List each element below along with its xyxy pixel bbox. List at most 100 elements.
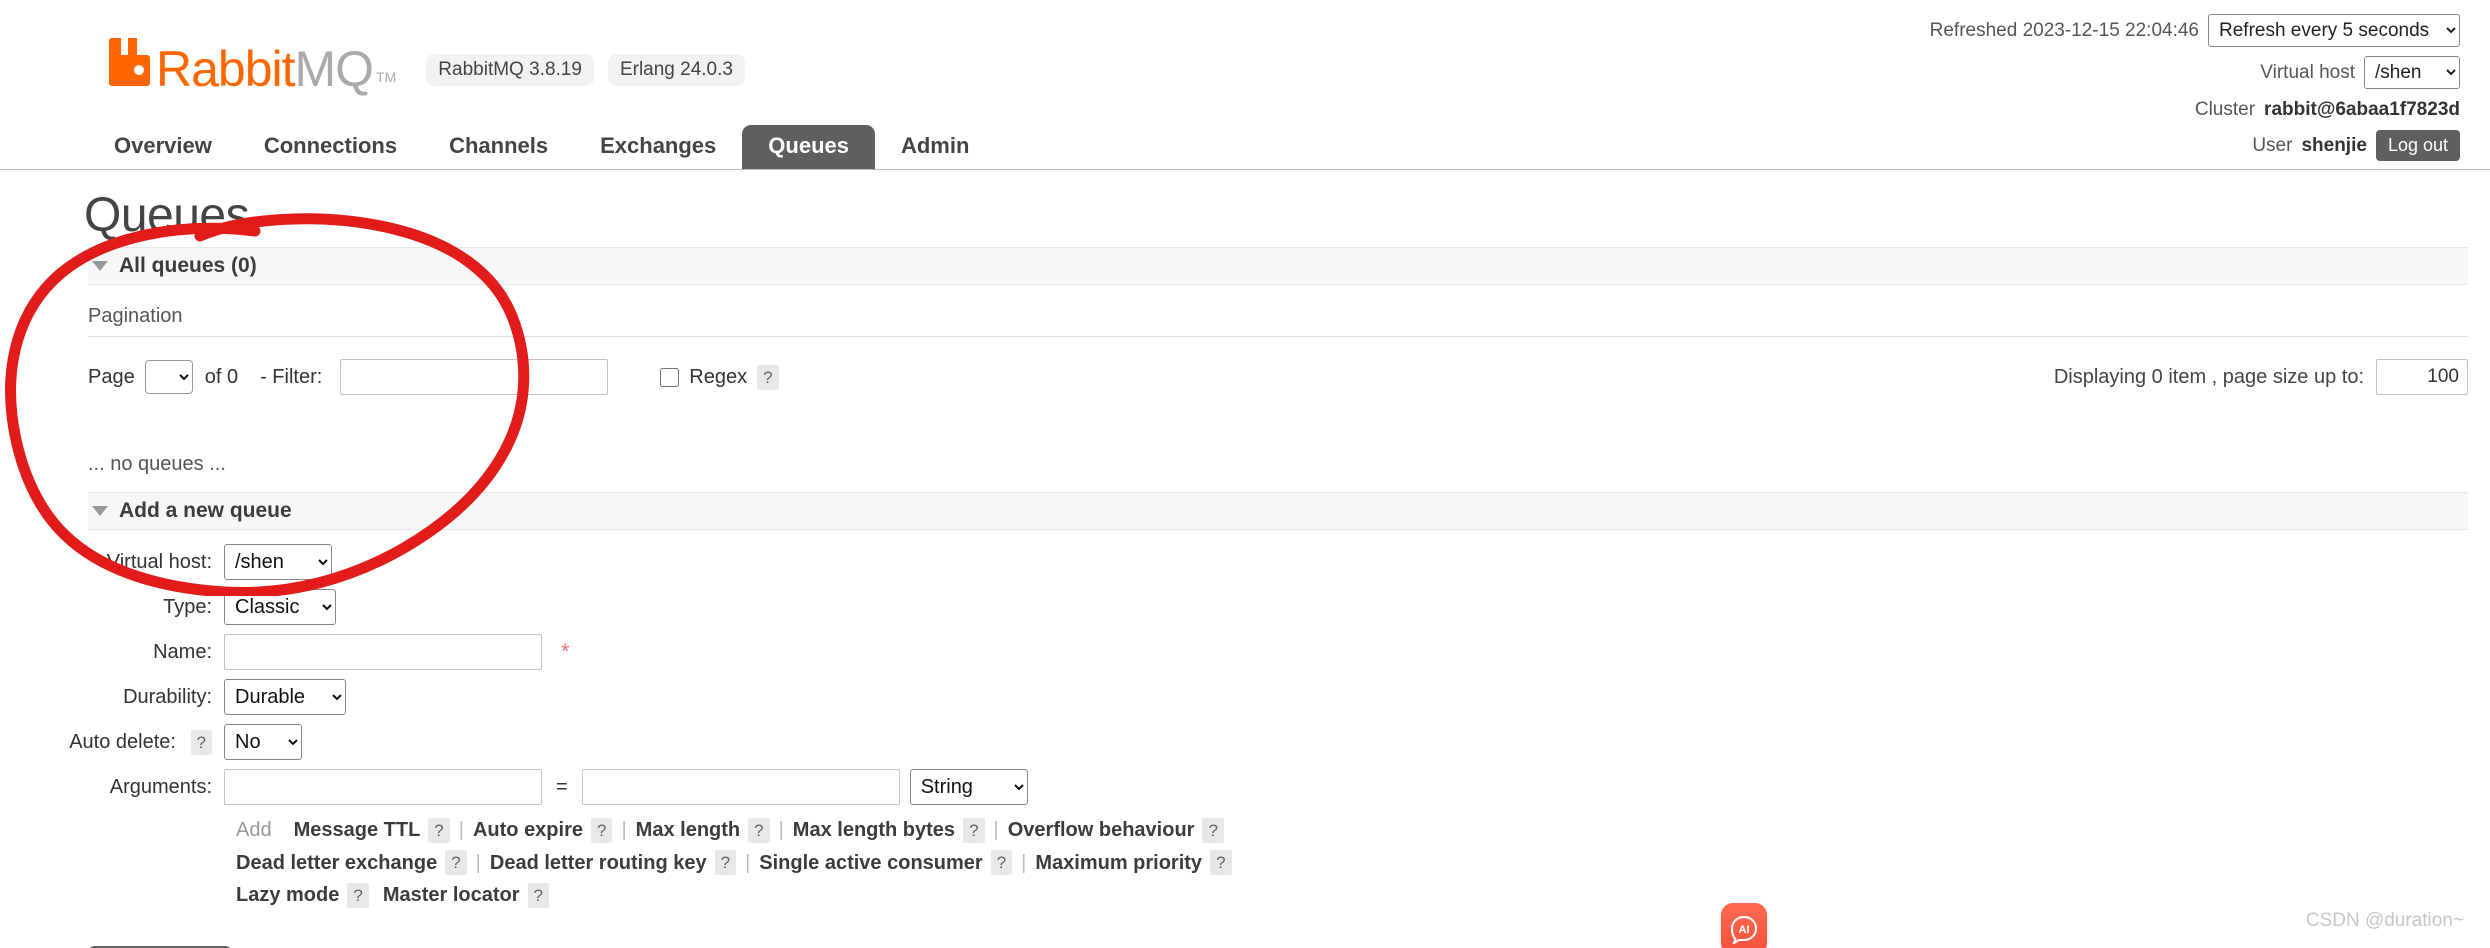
preset-dead-letter-routing-key[interactable]: Dead letter routing key (490, 847, 707, 879)
max-length-help-icon[interactable]: ? (748, 818, 770, 844)
pagination-label: Pagination (88, 285, 2468, 338)
form-virtual-host-select[interactable]: /shen (224, 544, 332, 581)
tab-exchanges[interactable]: Exchanges (574, 125, 742, 169)
tab-channels[interactable]: Channels (423, 125, 574, 169)
rabbitmq-management-page: RabbitMQ TM RabbitMQ 3.8.19 Erlang 24.0.… (0, 0, 2490, 948)
virtual-host-row: Virtual host /shen (1930, 56, 2460, 89)
preset-auto-expire[interactable]: Auto expire (473, 814, 583, 846)
trademark-mark: TM (376, 69, 397, 85)
form-row-type: Type: Classic (0, 589, 2490, 626)
argument-presets: Add Message TTL ? | Auto expire ? | Max … (236, 814, 2490, 911)
name-field: * (224, 634, 570, 671)
argument-key-input[interactable] (224, 769, 542, 806)
queue-name-input[interactable] (224, 634, 542, 671)
auto-delete-help-icon[interactable]: ? (190, 729, 212, 755)
add-queue-title: Add a new queue (119, 499, 292, 523)
page-header: RabbitMQ TM RabbitMQ 3.8.19 Erlang 24.0.… (0, 0, 2490, 161)
argument-presets-row-1: Add Message TTL ? | Auto expire ? | Max … (236, 814, 2490, 846)
lazy-mode-help-icon[interactable]: ? (347, 882, 369, 908)
brand-logo[interactable]: RabbitMQ TM RabbitMQ 3.8.19 Erlang 24.0.… (108, 36, 745, 94)
argument-type-select[interactable]: String (909, 769, 1028, 806)
dead-letter-routing-key-help-icon[interactable]: ? (714, 850, 737, 876)
add-queue-form: Virtual host: /shen Type: Classic Name: (0, 544, 2490, 948)
main-content: Queues All queues (0) Pagination Page of… (0, 171, 2490, 948)
ai-assistant-floating-button[interactable]: AI (1721, 903, 1767, 948)
cluster-name: rabbit@6abaa1f7823d (2264, 99, 2460, 120)
separator: | (1021, 851, 1027, 874)
erlang-version-badge: Erlang 24.0.3 (607, 54, 745, 86)
tab-queues[interactable]: Queues (742, 125, 875, 169)
page-number-select[interactable] (144, 360, 193, 395)
regex-label: Regex (689, 365, 748, 388)
preset-max-length-bytes[interactable]: Max length bytes (793, 814, 955, 846)
preset-dead-letter-exchange[interactable]: Dead letter exchange (236, 847, 437, 879)
preset-master-locator[interactable]: Master locator (383, 879, 520, 911)
form-row-name: Name: * (0, 634, 2490, 671)
chevron-down-icon (92, 506, 108, 517)
auto-delete-field: No (224, 724, 302, 761)
tab-admin[interactable]: Admin (875, 125, 995, 169)
chevron-down-icon (92, 261, 108, 272)
arguments-field: = String (224, 769, 1028, 806)
pagination-left-group: Page of 0 - Filter: Regex ? (88, 359, 779, 396)
page-label: Page (88, 365, 135, 388)
version-badge-group: RabbitMQ 3.8.19 Erlang 24.0.3 (426, 54, 745, 86)
separator: | (621, 819, 627, 842)
preset-single-active-consumer[interactable]: Single active consumer (759, 847, 982, 879)
form-row-arguments: Arguments: = String (0, 769, 2490, 806)
preset-lazy-mode[interactable]: Lazy mode (236, 879, 339, 911)
main-navigation-tabs: Overview Connections Channels Exchanges … (0, 122, 2490, 170)
virtual-host-field: /shen (224, 544, 332, 581)
brand-mq-text: MQ (294, 41, 375, 97)
auto-expire-help-icon[interactable]: ? (591, 818, 613, 844)
form-durability-select[interactable]: Durable (224, 679, 346, 716)
page-size-input[interactable] (2376, 359, 2468, 396)
separator: | (745, 851, 751, 874)
regex-checkbox[interactable] (660, 367, 680, 387)
arguments-field-label: Arguments: (109, 775, 212, 798)
rabbitmq-version-badge: RabbitMQ 3.8.19 (426, 54, 594, 86)
tab-connections[interactable]: Connections (238, 125, 423, 169)
preset-overflow-behaviour[interactable]: Overflow behaviour (1008, 814, 1195, 846)
tab-overview[interactable]: Overview (88, 125, 238, 169)
all-queues-section-header[interactable]: All queues (0) (88, 247, 2468, 286)
filter-label: - Filter: (260, 365, 323, 388)
separator: | (458, 819, 464, 842)
auto-delete-label-text: Auto delete: (69, 730, 176, 753)
argument-equals-sign: = (556, 775, 568, 798)
page-title: Queues (84, 189, 250, 242)
maximum-priority-help-icon[interactable]: ? (1210, 850, 1232, 876)
brand-wordmark: RabbitMQ (156, 44, 374, 94)
argument-presets-row-2: Dead letter exchange ? | Dead letter rou… (236, 847, 2490, 879)
dead-letter-exchange-help-icon[interactable]: ? (445, 850, 467, 876)
preset-message-ttl[interactable]: Message TTL (294, 814, 421, 846)
overflow-behaviour-help-icon[interactable]: ? (1202, 818, 1224, 844)
ai-speech-bubble-icon: AI (1730, 915, 1758, 944)
filter-input[interactable] (340, 359, 609, 396)
virtual-host-label: Virtual host (2260, 62, 2355, 83)
form-auto-delete-select[interactable]: No (224, 724, 302, 761)
virtual-host-select[interactable]: /shen (2364, 56, 2460, 89)
preset-maximum-priority[interactable]: Maximum priority (1035, 847, 1202, 879)
refreshed-timestamp: Refreshed 2023-12-15 22:04:46 (1929, 20, 2199, 41)
argument-value-input[interactable] (581, 769, 900, 806)
add-queue-section-header[interactable]: Add a new queue (88, 492, 2468, 531)
master-locator-help-icon[interactable]: ? (527, 882, 550, 908)
add-argument-link[interactable]: Add (236, 814, 272, 846)
max-length-bytes-help-icon[interactable]: ? (963, 818, 985, 844)
regex-help-icon[interactable]: ? (757, 364, 779, 390)
preset-max-length[interactable]: Max length (636, 814, 740, 846)
pagination-block: Pagination Page of 0 - Filter: Regex ? D… (88, 285, 2468, 401)
cluster-row: Cluster rabbit@6abaa1f7823d (1930, 100, 2460, 119)
message-ttl-help-icon[interactable]: ? (428, 818, 450, 844)
pagination-controls: Page of 0 - Filter: Regex ? Displaying 0… (88, 337, 2468, 401)
displaying-count-label: Displaying 0 item , page size up to: (2053, 365, 2364, 388)
separator: | (475, 851, 481, 874)
separator: | (778, 819, 784, 842)
empty-queues-message: ... no queues ... (88, 453, 226, 476)
rabbit-head-icon (108, 36, 154, 91)
form-type-select[interactable]: Classic (224, 589, 336, 626)
refresh-interval-select[interactable]: Refresh every 5 seconds (2208, 14, 2460, 47)
single-active-consumer-help-icon[interactable]: ? (990, 850, 1013, 876)
csdn-watermark: CSDN @duration~ (2305, 910, 2464, 931)
